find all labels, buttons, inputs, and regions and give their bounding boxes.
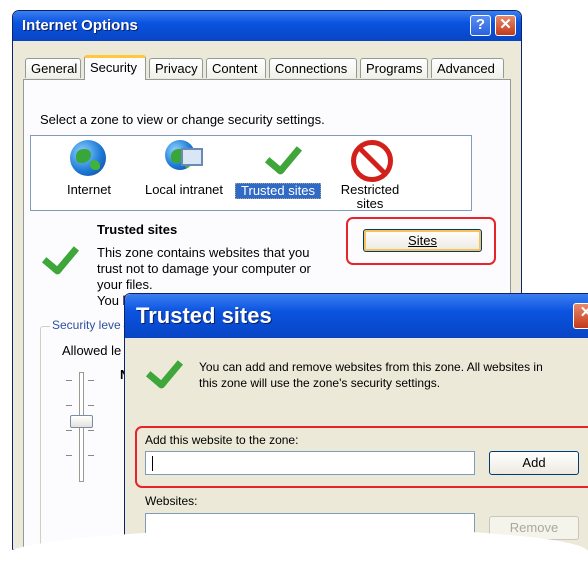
security-level-label: Security leve xyxy=(50,318,123,332)
zone-prompt: Select a zone to view or change security… xyxy=(40,112,325,127)
tab-programs[interactable]: Programs xyxy=(360,58,428,78)
trusted-sites-dialog: Trusted sites ✕ You can add and remove w… xyxy=(124,293,588,563)
dialog-close-button[interactable]: ✕ xyxy=(573,303,588,329)
text-caret xyxy=(152,456,153,471)
zone-label: Trusted sites xyxy=(235,183,321,199)
zone-description: your files. xyxy=(97,277,153,292)
zone-description: You l xyxy=(97,293,126,308)
sites-button[interactable]: Sites xyxy=(363,229,482,252)
allowed-levels-label: Allowed le xyxy=(62,343,122,358)
dialog-info-text: this zone will use the zone's security s… xyxy=(199,376,441,390)
tab-general[interactable]: General xyxy=(25,58,81,78)
window-title: Internet Options xyxy=(22,17,138,34)
zone-label: Restricted sites xyxy=(340,182,400,211)
zone-heading: Trusted sites xyxy=(97,222,178,237)
security-level-slider[interactable] xyxy=(60,372,100,482)
add-website-label: Add this website to the zone: xyxy=(145,433,299,447)
zone-label: Internet xyxy=(66,182,112,197)
zone-description: trust not to damage your computer or xyxy=(97,261,311,276)
sites-button-label: Sites xyxy=(408,233,437,248)
dialog-info-text: You can add and remove websites from thi… xyxy=(199,360,543,374)
slider-thumb[interactable] xyxy=(70,415,93,428)
tab-content[interactable]: Content xyxy=(206,58,266,78)
zone-internet[interactable]: Internet xyxy=(59,140,119,197)
dialog-title: Trusted sites xyxy=(136,303,272,328)
tab-advanced[interactable]: Advanced xyxy=(431,58,504,78)
dialog-title-bar[interactable]: Trusted sites ✕ xyxy=(125,294,588,338)
restricted-icon xyxy=(351,140,393,182)
zone-trusted-sites[interactable]: Trusted sites xyxy=(235,137,321,199)
checkmark-icon xyxy=(145,351,184,390)
title-bar[interactable]: Internet Options ? ✕ xyxy=(13,11,521,41)
globe-icon xyxy=(70,140,108,178)
zone-description: This zone contains websites that you xyxy=(97,245,310,260)
add-button[interactable]: Add xyxy=(489,451,579,475)
websites-label: Websites: xyxy=(145,494,198,508)
zone-restricted-sites[interactable]: Restricted sites xyxy=(333,140,407,211)
close-button[interactable]: ✕ xyxy=(495,15,516,36)
zone-list: Internet Local intranet Trusted sites Re… xyxy=(30,135,472,211)
tab-security[interactable]: Security xyxy=(84,55,146,80)
help-button[interactable]: ? xyxy=(470,15,491,36)
tab-connections[interactable]: Connections xyxy=(269,58,357,78)
intranet-icon xyxy=(165,140,203,178)
zone-local-intranet[interactable]: Local intranet xyxy=(139,140,229,197)
checkmark-icon xyxy=(259,137,303,178)
zone-label: Local intranet xyxy=(144,182,224,197)
add-website-input[interactable] xyxy=(145,451,475,475)
tab-privacy[interactable]: Privacy xyxy=(149,58,203,78)
